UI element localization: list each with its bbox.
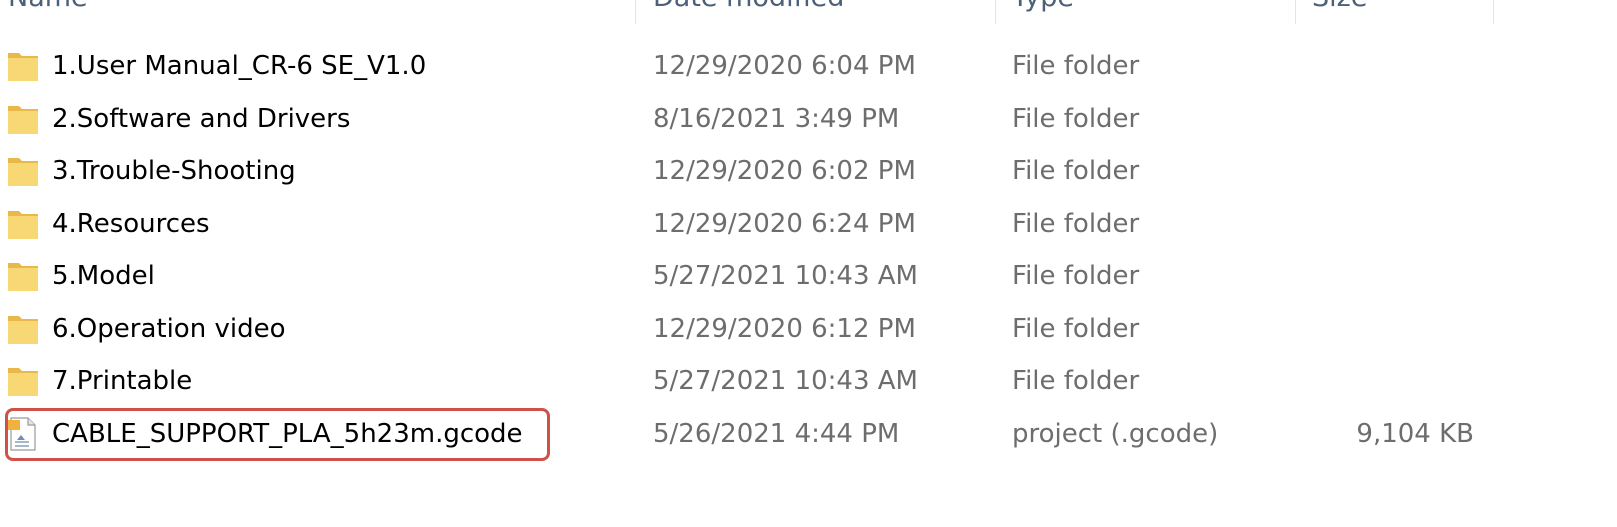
file-date-modified: 5/26/2021 4:44 PM <box>653 418 900 449</box>
file-type: File folder <box>1012 51 1140 81</box>
file-row[interactable]: 3.Trouble-Shooting 12/29/2020 6:02 PM Fi… <box>0 145 1617 198</box>
folder-icon <box>8 105 38 134</box>
file-name[interactable]: 5.Model <box>52 250 155 303</box>
file-size: 9,104 KB <box>1356 418 1474 449</box>
file-date-modified: 12/29/2020 6:24 PM <box>653 208 916 239</box>
file-list: 1.User Manual_CR-6 SE_V1.0 12/29/2020 6:… <box>0 40 1617 460</box>
file-name[interactable]: 7.Printable <box>52 355 192 408</box>
file-row-selected-gcode[interactable]: CABLE_SUPPORT_PLA_5h23m.gcode 5/26/2021 … <box>0 408 1617 461</box>
folder-icon <box>8 53 38 81</box>
file-type: File folder <box>1012 103 1140 134</box>
file-row[interactable]: 7.Printable 5/27/2021 10:43 AM File fold… <box>0 355 1617 408</box>
column-header-name[interactable]: Name <box>8 0 88 24</box>
folder-icon <box>8 263 38 291</box>
column-header: Name Date modified Type Size <box>0 0 1617 24</box>
file-date-modified: 12/29/2020 6:04 PM <box>653 51 916 81</box>
file-type: File folder <box>1012 366 1140 396</box>
file-date-modified: 5/27/2021 10:43 AM <box>653 261 918 291</box>
file-explorer-window: Name Date modified Type Size 1.User Manu… <box>0 0 1617 527</box>
file-type: File folder <box>1012 208 1140 239</box>
column-divider[interactable] <box>635 0 636 24</box>
column-divider[interactable] <box>1493 0 1494 24</box>
folder-icon <box>8 158 38 186</box>
folder-icon <box>8 368 38 396</box>
column-divider[interactable] <box>995 0 996 24</box>
file-row[interactable]: 4.Resources 12/29/2020 6:24 PM File fold… <box>0 198 1617 251</box>
file-row[interactable]: 1.User Manual_CR-6 SE_V1.0 12/29/2020 6:… <box>0 40 1617 93</box>
file-name[interactable]: 6.Operation video <box>52 303 285 356</box>
folder-icon <box>8 210 38 239</box>
gcode-file-icon <box>8 416 36 451</box>
column-header-date-modified[interactable]: Date modified <box>653 0 844 24</box>
file-date-modified: 12/29/2020 6:02 PM <box>653 156 916 186</box>
column-divider[interactable] <box>1295 0 1296 24</box>
file-type: File folder <box>1012 313 1140 344</box>
file-type: File folder <box>1012 156 1140 186</box>
column-header-type[interactable]: Type <box>1012 0 1074 24</box>
file-row[interactable]: 6.Operation video 12/29/2020 6:12 PM Fil… <box>0 303 1617 356</box>
file-row[interactable]: 2.Software and Drivers 8/16/2021 3:49 PM… <box>0 93 1617 146</box>
file-name[interactable]: CABLE_SUPPORT_PLA_5h23m.gcode <box>52 408 523 461</box>
file-date-modified: 12/29/2020 6:12 PM <box>653 313 916 344</box>
file-name[interactable]: 2.Software and Drivers <box>52 93 350 146</box>
file-name[interactable]: 1.User Manual_CR-6 SE_V1.0 <box>52 40 426 93</box>
file-name[interactable]: 4.Resources <box>52 198 210 251</box>
file-date-modified: 5/27/2021 10:43 AM <box>653 366 918 396</box>
file-type: File folder <box>1012 261 1140 291</box>
file-row[interactable]: 5.Model 5/27/2021 10:43 AM File folder <box>0 250 1617 303</box>
folder-icon <box>8 315 38 344</box>
file-name[interactable]: 3.Trouble-Shooting <box>52 145 296 198</box>
column-header-size[interactable]: Size <box>1312 0 1367 24</box>
file-type: project (.gcode) <box>1012 418 1219 449</box>
file-date-modified: 8/16/2021 3:49 PM <box>653 103 900 134</box>
